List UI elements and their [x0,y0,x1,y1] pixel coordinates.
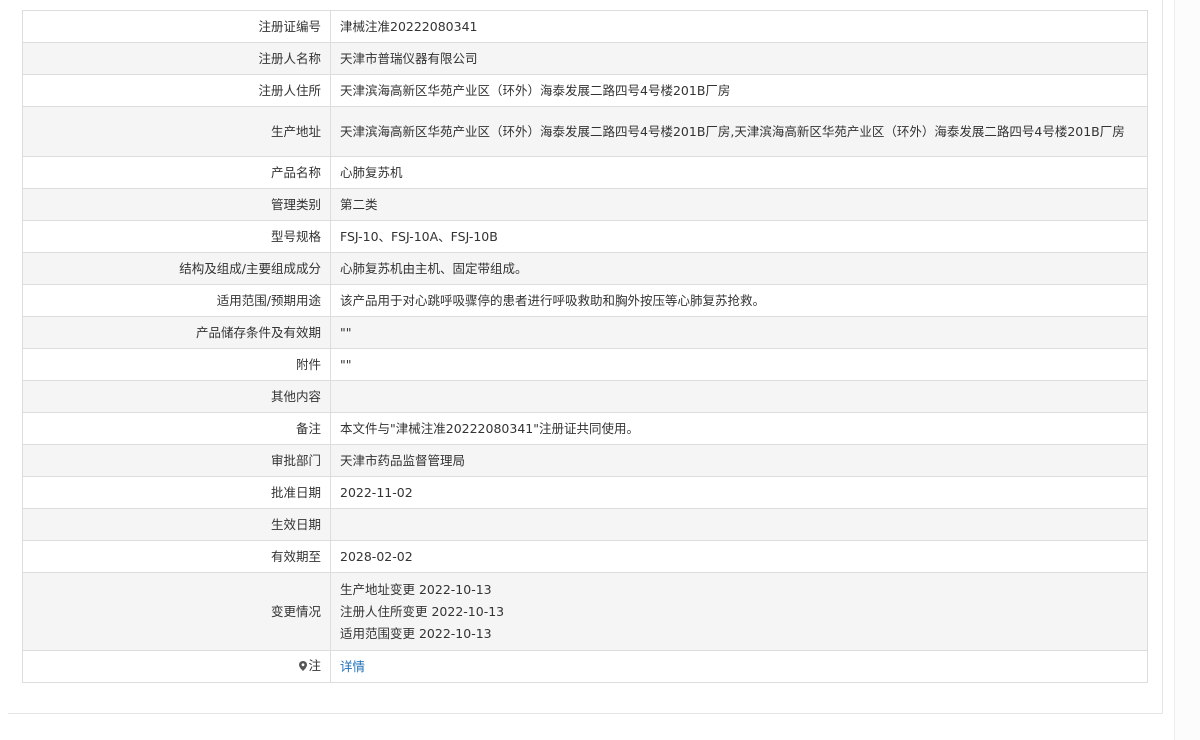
row-registrant-address: 注册人住所 天津滨海高新区华苑产业区（环外）海泰发展二路四号4号楼201B厂房 [22,74,1148,107]
row-approval-department: 审批部门 天津市药品监督管理局 [22,444,1148,477]
location-pin-icon [299,657,308,677]
row-effective-date: 生效日期 [22,508,1148,541]
row-production-address: 生产地址 天津滨海高新区华苑产业区（环外）海泰发展二路四号4号楼201B厂房,天… [22,106,1148,157]
note-label: 注 [308,658,321,673]
field-label: 批准日期 [22,476,331,509]
field-label: 备注 [22,412,331,445]
field-value [330,380,1148,413]
row-management-category: 管理类别 第二类 [22,188,1148,221]
field-label: 注册人名称 [22,42,331,75]
field-value: "" [330,316,1148,349]
field-label: 其他内容 [22,380,331,413]
row-note: 注 详情 [22,650,1148,683]
field-label: 注册证编号 [22,10,331,43]
row-product-name: 产品名称 心肺复苏机 [22,156,1148,189]
field-value: 天津滨海高新区华苑产业区（环外）海泰发展二路四号4号楼201B厂房 [330,74,1148,107]
field-value: 津械注准20222080341 [330,10,1148,43]
field-label: 结构及组成/主要组成成分 [22,252,331,285]
field-value: 天津滨海高新区华苑产业区（环外）海泰发展二路四号4号楼201B厂房,天津滨海高新… [330,106,1148,157]
change-item: 注册人住所变更 2022-10-13 [340,603,505,619]
row-other-content: 其他内容 [22,380,1148,413]
field-value: 心肺复苏机由主机、固定带组成。 [330,252,1148,285]
row-remarks: 备注 本文件与"津械注准20222080341"注册证共同使用。 [22,412,1148,445]
field-label: 有效期至 [22,540,331,573]
row-valid-until: 有效期至 2028-02-02 [22,540,1148,573]
field-label: 管理类别 [22,188,331,221]
row-change-history: 变更情况 生产地址变更 2022-10-13 注册人住所变更 2022-10-1… [22,572,1148,651]
change-item: 生产地址变更 2022-10-13 [340,581,492,597]
field-label: 注册人住所 [22,74,331,107]
field-label: 适用范围/预期用途 [22,284,331,317]
field-value: "" [330,348,1148,381]
row-attachment: 附件 "" [22,348,1148,381]
field-label: 附件 [22,348,331,381]
field-value: 心肺复苏机 [330,156,1148,189]
row-registration-number: 注册证编号 津械注准20222080341 [22,10,1148,43]
field-label: 生效日期 [22,508,331,541]
field-label: 产品储存条件及有效期 [22,316,331,349]
row-structure-composition: 结构及组成/主要组成成分 心肺复苏机由主机、固定带组成。 [22,252,1148,285]
field-value: 该产品用于对心跳呼吸骤停的患者进行呼吸救助和胸外按压等心肺复苏抢救。 [330,284,1148,317]
row-model-spec: 型号规格 FSJ-10、FSJ-10A、FSJ-10B [22,220,1148,253]
field-label: 产品名称 [22,156,331,189]
field-value: 天津市药品监督管理局 [330,444,1148,477]
change-item: 适用范围变更 2022-10-13 [340,625,492,641]
field-label: 变更情况 [22,572,331,651]
details-link[interactable]: 详情 [340,659,365,674]
field-value: 2028-02-02 [330,540,1148,573]
field-value: FSJ-10、FSJ-10A、FSJ-10B [330,220,1148,253]
field-label: 生产地址 [22,106,331,157]
row-approval-date: 批准日期 2022-11-02 [22,476,1148,509]
page-scroll-area [1174,0,1200,740]
field-label: 审批部门 [22,444,331,477]
field-value: 第二类 [330,188,1148,221]
row-storage-validity: 产品储存条件及有效期 "" [22,316,1148,349]
field-value: 本文件与"津械注准20222080341"注册证共同使用。 [330,412,1148,445]
change-history-list: 生产地址变更 2022-10-13 注册人住所变更 2022-10-13 适用范… [330,572,1148,651]
row-registrant-name: 注册人名称 天津市普瑞仪器有限公司 [22,42,1148,75]
field-value: 2022-11-02 [330,476,1148,509]
field-label: 型号规格 [22,220,331,253]
note-label-cell: 注 [22,650,331,683]
field-value: 天津市普瑞仪器有限公司 [330,42,1148,75]
field-value [330,508,1148,541]
field-value: 详情 [330,650,1148,683]
registration-detail-table: 注册证编号 津械注准20222080341 注册人名称 天津市普瑞仪器有限公司 … [22,10,1148,683]
row-intended-use: 适用范围/预期用途 该产品用于对心跳呼吸骤停的患者进行呼吸救助和胸外按压等心肺复… [22,284,1148,317]
